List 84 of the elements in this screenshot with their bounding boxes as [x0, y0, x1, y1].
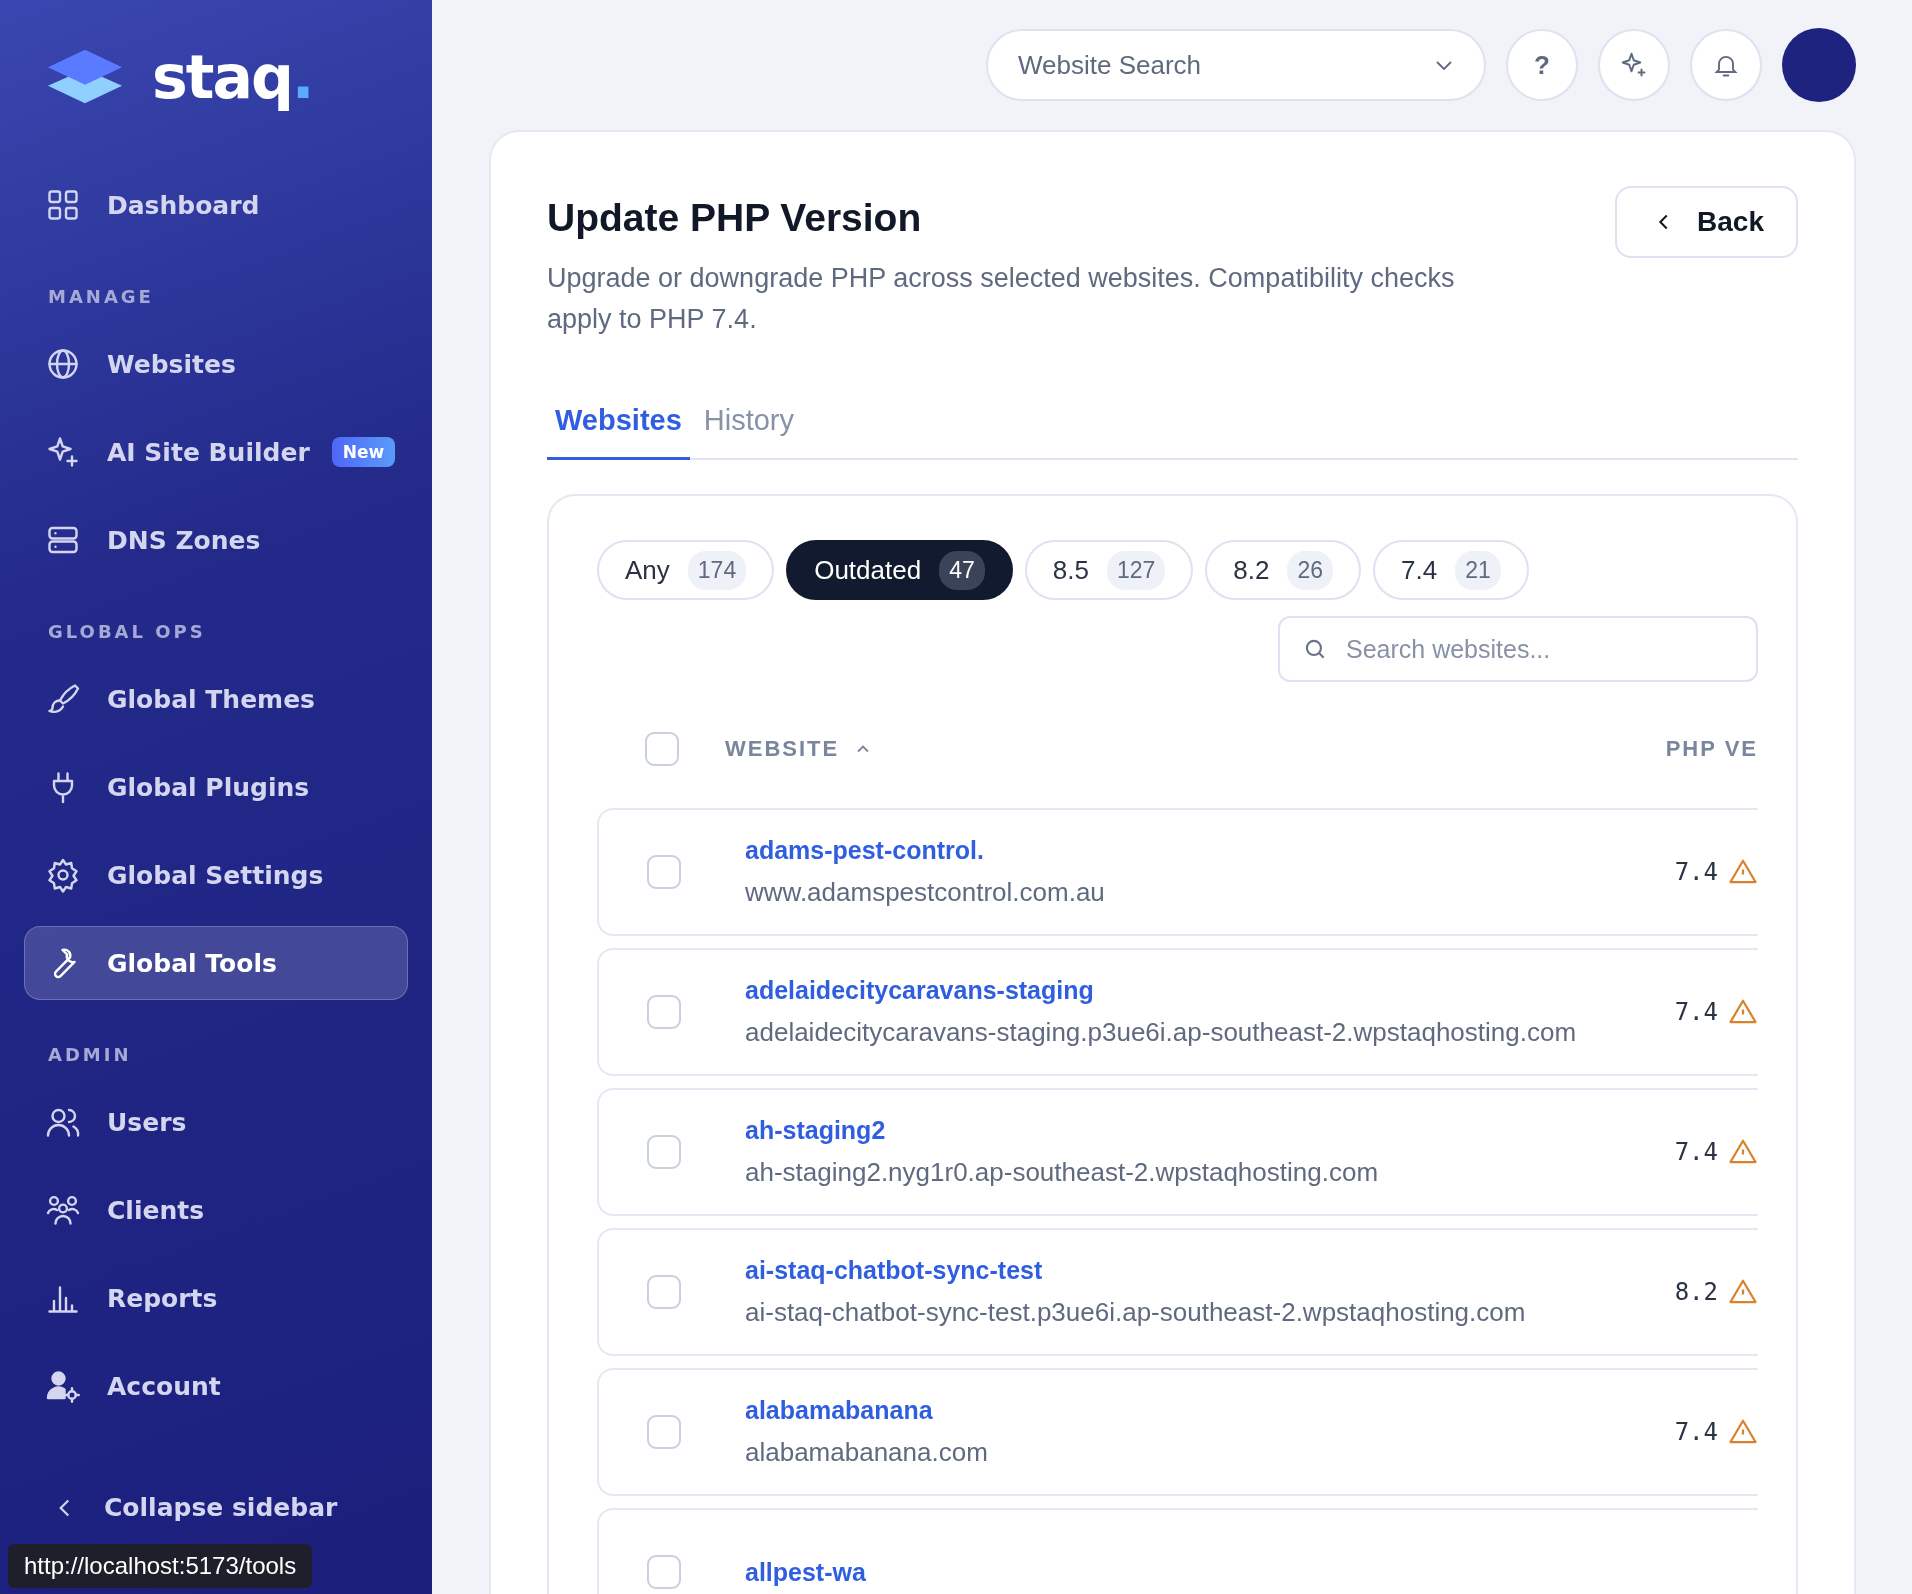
filter-count: 174	[687, 550, 747, 590]
sidebar-item[interactable]: Clients	[24, 1173, 408, 1247]
php-version: 7.4	[1674, 858, 1718, 886]
sidebar-item[interactable]: Websites	[24, 327, 408, 401]
website-link[interactable]: ah-staging2	[745, 1116, 1379, 1145]
filter-pill[interactable]: Outdated 47	[786, 540, 1013, 600]
sidebar-item[interactable]: Global Plugins	[24, 750, 408, 824]
website-url: alabamabanana.com	[745, 1437, 988, 1468]
sidebar-item-label: Users	[107, 1107, 187, 1137]
filter-label: Outdated	[814, 554, 922, 586]
website-link[interactable]: allpest-wa	[745, 1557, 866, 1587]
select-all-checkbox[interactable]	[645, 732, 679, 766]
filter-count: 21	[1455, 550, 1501, 590]
sidebar-item[interactable]: Reports	[24, 1261, 408, 1335]
gear-icon	[45, 857, 81, 893]
sidebar-item-label: AI Site Builder	[107, 437, 310, 467]
row-checkbox[interactable]	[647, 1135, 681, 1169]
website-search-dropdown[interactable]: Website Search	[986, 29, 1486, 101]
filter-pill[interactable]: 7.4 21	[1373, 540, 1529, 600]
sidebar-item-label: Clients	[107, 1195, 205, 1225]
column-header[interactable]: WEBSITE	[725, 736, 840, 762]
sidebar-item-label: Websites	[107, 349, 236, 379]
sidebar-item-label: Global Settings	[107, 860, 324, 890]
row-checkbox[interactable]	[647, 855, 681, 889]
row-checkbox[interactable]	[647, 995, 681, 1029]
filter-count: 127	[1106, 550, 1166, 590]
filter-pill[interactable]: Any 174	[597, 540, 775, 600]
website-url: ah-staging2.nyg1r0.ap-southeast-2.wpstaqhosting.com	[745, 1157, 1379, 1188]
filter-pill[interactable]: 8.5 127	[1024, 540, 1194, 600]
sidebar-item-label: Global Themes	[107, 684, 315, 714]
sidebar-item[interactable]: Users	[24, 1085, 408, 1159]
link-url-tooltip: http://localhost:5173/tools	[8, 1544, 313, 1588]
sparkle-icon	[45, 434, 81, 470]
user-gear-icon	[45, 1368, 81, 1404]
grid-icon	[45, 187, 81, 223]
sidebar-item[interactable]: Global Themes	[24, 662, 408, 736]
website-url: ai-staq-chatbot-sync-test.p3ue6i.ap-southeast-2.wpstaqhosting.com	[745, 1297, 1526, 1328]
tab[interactable]: Websites	[547, 390, 690, 460]
sidebar-item-label: Global Tools	[107, 948, 277, 978]
sidebar-item-label: Dashboard	[107, 190, 260, 220]
filter-count: 47	[939, 550, 985, 590]
sidebar-item-label: Reports	[107, 1283, 218, 1313]
sidebar-item[interactable]: Global Settings	[24, 838, 408, 912]
filter-label: 7.4	[1401, 554, 1438, 586]
website-link[interactable]: adelaidecitycaravans-staging	[745, 976, 1577, 1005]
page-title: Update PHP Version	[547, 196, 923, 240]
filter-label: 8.5	[1052, 554, 1089, 586]
filter-label: 8.2	[1233, 554, 1270, 586]
section-heading: ADMIN	[47, 1043, 133, 1067]
row-checkbox[interactable]	[647, 1415, 681, 1449]
sidebar-item[interactable]: AI Site Builder New	[24, 415, 408, 489]
logo-dot: .	[291, 42, 315, 112]
section-heading: GLOBAL OPS	[47, 620, 207, 644]
column-header[interactable]: PHP VE	[1665, 736, 1758, 762]
globe-icon	[45, 346, 81, 382]
section-heading: MANAGE	[47, 285, 155, 309]
back-button[interactable]: Back	[1615, 186, 1798, 258]
row-checkbox[interactable]	[647, 1555, 681, 1589]
sidebar-item[interactable]: Account	[24, 1349, 408, 1423]
website-link[interactable]: adams-pest-control.	[745, 836, 1105, 865]
help-button[interactable]: ?	[1506, 29, 1578, 101]
sidebar-item[interactable]: Global Tools	[24, 926, 408, 1000]
collapse-sidebar-button[interactable]: Collapse sidebar	[24, 1493, 408, 1522]
logo-text: staq	[152, 42, 292, 112]
search-field[interactable]: Search websites...	[1278, 616, 1758, 682]
php-version: 8.2	[1674, 1278, 1718, 1306]
php-version: 7.4	[1674, 1138, 1718, 1166]
row-checkbox[interactable]	[647, 1275, 681, 1309]
php-version: 7.4	[1674, 1418, 1718, 1446]
sidebar-item[interactable]: DNS Zones	[24, 503, 408, 577]
filter-pill[interactable]: 8.2 26	[1205, 540, 1362, 600]
sidebar-item-label: Global Plugins	[107, 772, 310, 802]
filter-count: 26	[1287, 550, 1334, 590]
page-description: Upgrade or downgrade PHP across selected websites. Compatibility checks apply to PHP 7.4.	[547, 262, 1456, 336]
php-version: 7.4	[1674, 998, 1718, 1026]
sidebar-item-label: DNS Zones	[107, 525, 261, 555]
filter-label: Any	[625, 554, 670, 586]
sidebar-item[interactable]: Dashboard	[24, 168, 408, 242]
website-link[interactable]: alabamabanana	[745, 1396, 988, 1425]
website-url: adelaidecitycaravans-staging.p3ue6i.ap-southeast-2.wpstaqhosting.com	[745, 1017, 1577, 1048]
website-link[interactable]: ai-staq-chatbot-sync-test	[745, 1256, 1526, 1285]
new-badge: New	[331, 437, 396, 467]
sidebar-item-label: Account	[107, 1371, 221, 1401]
website-url: www.adamspestcontrol.com.au	[745, 877, 1105, 908]
